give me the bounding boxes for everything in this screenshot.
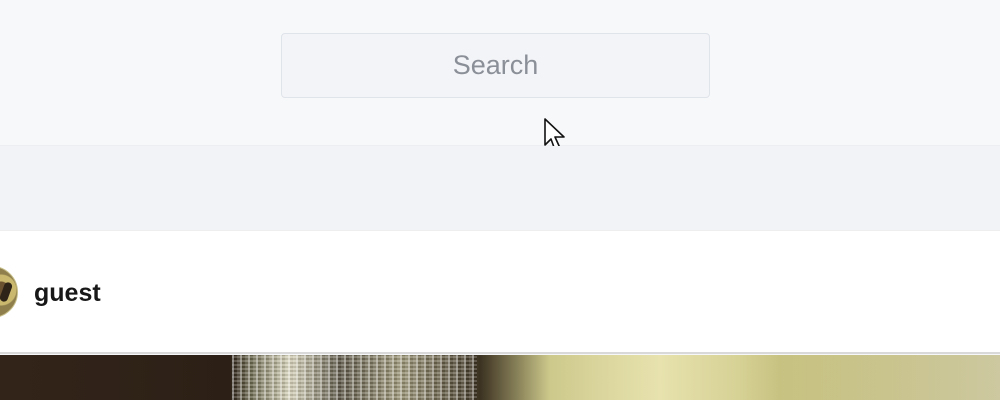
username[interactable]: guest [34, 279, 101, 307]
post-image[interactable] [0, 355, 1000, 400]
avatar[interactable] [0, 266, 18, 318]
top-search-area [0, 0, 1000, 146]
post-author-row[interactable]: guest [0, 230, 1000, 354]
content-spacer [0, 146, 1000, 230]
app-page: guest [0, 0, 1000, 400]
search-input[interactable] [281, 33, 710, 98]
